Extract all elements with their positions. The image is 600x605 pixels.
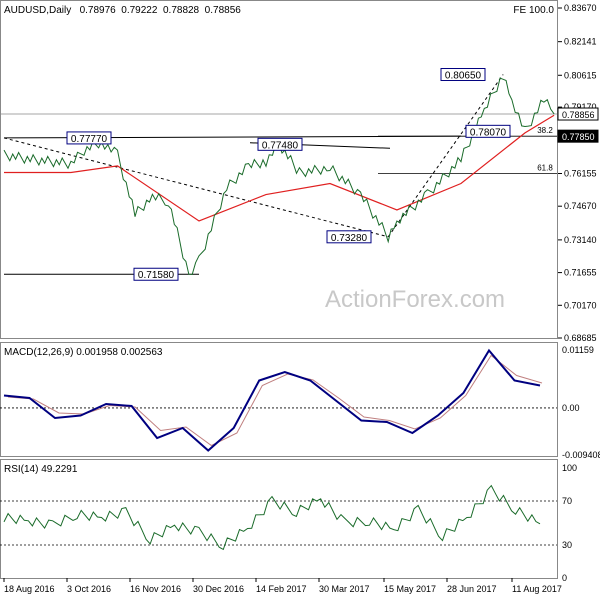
- x-tick-label: 15 May 2017: [384, 584, 436, 594]
- price-level-label: 0.73280: [326, 230, 372, 244]
- fib-label-61.8: 61.8: [537, 164, 553, 173]
- macd-panel-frame: [0, 342, 558, 457]
- price-tick-label: 0.73140: [564, 235, 597, 245]
- price-tag-text: 0.78856: [562, 110, 595, 120]
- macd-tick-label: -0.009408: [562, 450, 600, 460]
- rsi-panel-frame: [0, 459, 558, 579]
- price-level-label: 0.77770: [66, 131, 112, 145]
- price-plot: [0, 74, 557, 276]
- price-annotations: 38.2 61.8 0.80650 0.78070 0.77770 0.77480 0.73…: [66, 68, 553, 281]
- symbol-header: AUDUSD,Daily 0.78976 0.79222 0.78828 0.7…: [4, 5, 241, 16]
- macd-tick-label: 0.00: [562, 403, 580, 413]
- macd-plot: [0, 348, 557, 452]
- price-tick-label: 0.80615: [564, 70, 597, 80]
- macd-signal-line: [7, 354, 543, 447]
- price-level-label: 0.80650: [440, 68, 486, 82]
- trend-line: [3, 137, 389, 238]
- chart-window: ActionForex.com AUDUSD,Daily 0.78976 0.7…: [0, 0, 600, 600]
- chart-canvas: ActionForex.com AUDUSD,Daily 0.78976 0.7…: [0, 0, 600, 594]
- price-tick-label: 0.76155: [564, 168, 597, 178]
- price-tick-label: 0.83670: [564, 3, 597, 13]
- price-tag-text: 0.77850: [562, 132, 595, 142]
- rsi-title: RSI(14) 49.2291: [4, 464, 78, 475]
- rsi-tick-label: 30: [562, 540, 572, 550]
- x-tick-label: 14 Feb 2017: [256, 584, 307, 594]
- trend-line: [387, 74, 504, 238]
- fe-label: FE 100.0: [513, 5, 554, 16]
- label-text: 0.71580: [138, 270, 175, 281]
- label-text: 0.77480: [262, 140, 299, 151]
- x-axis: 18 Aug 2016 3 Oct 2016 16 Nov 2016 30 Dec 2…: [3, 578, 562, 594]
- x-tick-label: 30 Dec 2016: [193, 584, 244, 594]
- rsi-line: [3, 484, 541, 551]
- price-level-label: 0.77480: [257, 137, 303, 151]
- x-tick-label: 3 Oct 2016: [67, 584, 111, 594]
- price-tick-label: 0.70170: [564, 300, 597, 310]
- watermark: ActionForex.com: [325, 286, 505, 313]
- macd-tick-label: 0.01159: [562, 345, 594, 355]
- price-tick-label: 0.68685: [564, 333, 597, 343]
- macd-axis: 0.01159 0.00 -0.009408: [562, 345, 600, 460]
- price-series-line: [3, 77, 555, 276]
- rsi-axis: 100 70 30 0: [562, 463, 577, 583]
- x-tick-label: 28 Jun 2017: [447, 584, 497, 594]
- x-tick-label: 16 Nov 2016: [130, 584, 181, 594]
- rsi-tick-label: 70: [562, 496, 572, 506]
- x-tick-label: 30 Mar 2017: [319, 584, 370, 594]
- label-text: 0.77770: [71, 134, 108, 145]
- x-tick-label: 18 Aug 2016: [4, 584, 55, 594]
- label-text: 0.80650: [445, 71, 482, 82]
- rsi-plot: [0, 484, 557, 551]
- rsi-tick-label: 100: [562, 463, 577, 473]
- price-tick-label: 0.82141: [564, 37, 597, 47]
- price-level-label: 0.78070: [465, 124, 511, 138]
- price-tick-label: 0.74670: [564, 201, 597, 211]
- price-level-label: 0.71580: [133, 267, 179, 281]
- x-tick-label: 11 Aug 2017: [512, 584, 562, 594]
- label-text: 0.73280: [331, 233, 368, 244]
- price-axis: 0.836700.821410.806150.791700.777950.761…: [557, 3, 599, 343]
- label-text: 0.78070: [470, 127, 507, 138]
- macd-title: MACD(12,26,9) 0.001958 0.002563: [4, 347, 163, 358]
- price-tick-label: 0.71655: [564, 268, 597, 278]
- fib-label-38.2: 38.2: [537, 126, 553, 135]
- rsi-tick-label: 0: [562, 573, 567, 583]
